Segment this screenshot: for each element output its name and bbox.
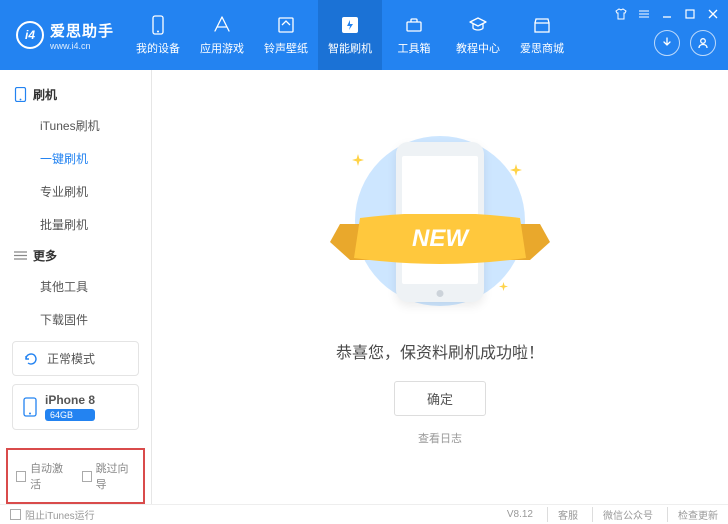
ok-button[interactable]: 确定 bbox=[394, 381, 486, 416]
toolbox-icon bbox=[404, 15, 424, 35]
nav-label: 我的设备 bbox=[136, 40, 180, 56]
sidebar: 刷机 iTunes刷机 一键刷机 专业刷机 批量刷机 更多 其他工具 下载固件 … bbox=[0, 70, 152, 504]
window-controls bbox=[613, 6, 720, 21]
support-link[interactable]: 客服 bbox=[547, 507, 578, 522]
refresh-icon bbox=[23, 351, 39, 367]
success-message: 恭喜您，保资料刷机成功啦！ bbox=[336, 339, 544, 363]
logo-title: 爱思助手 bbox=[50, 20, 114, 41]
menu-button[interactable] bbox=[636, 6, 651, 21]
checkbox-skip-wizard[interactable]: 跳过向导 bbox=[82, 460, 136, 492]
download-button[interactable] bbox=[654, 30, 680, 56]
check-update-link[interactable]: 检查更新 bbox=[667, 507, 718, 522]
nav-label: 智能刷机 bbox=[328, 40, 372, 56]
sidebar-section-flash[interactable]: 刷机 bbox=[0, 80, 151, 109]
device-name: iPhone 8 bbox=[45, 393, 95, 407]
store-icon bbox=[532, 15, 552, 35]
nav-my-device[interactable]: 我的设备 bbox=[126, 0, 190, 70]
checkbox-label: 阻止iTunes运行 bbox=[25, 507, 95, 522]
nav-store[interactable]: 爱思商城 bbox=[510, 0, 574, 70]
nav-label: 铃声壁纸 bbox=[264, 40, 308, 56]
tutorial-icon bbox=[468, 15, 488, 35]
wechat-link[interactable]: 微信公众号 bbox=[592, 507, 653, 522]
logo-icon: i4 bbox=[16, 21, 44, 49]
checkbox-label: 跳过向导 bbox=[96, 460, 135, 492]
checkbox-block-itunes[interactable]: 阻止iTunes运行 bbox=[10, 507, 95, 522]
section-label: 刷机 bbox=[33, 86, 57, 103]
device-storage: 64GB bbox=[45, 409, 95, 421]
view-log-link[interactable]: 查看日志 bbox=[418, 430, 462, 446]
nav-tutorial[interactable]: 教程中心 bbox=[446, 0, 510, 70]
nav-label: 教程中心 bbox=[456, 40, 500, 56]
checkbox-auto-activate[interactable]: 自动激活 bbox=[16, 460, 70, 492]
sidebar-item-download-fw[interactable]: 下载固件 bbox=[0, 303, 151, 331]
sparkle-icon bbox=[510, 164, 522, 176]
device-icon bbox=[149, 15, 167, 35]
sidebar-item-pro-flash[interactable]: 专业刷机 bbox=[0, 175, 151, 208]
nav-label: 应用游戏 bbox=[200, 40, 244, 56]
sidebar-section-more[interactable]: 更多 bbox=[0, 241, 151, 270]
nav-wallpaper[interactable]: 铃声壁纸 bbox=[254, 0, 318, 70]
device-card[interactable]: iPhone 8 64GB bbox=[12, 384, 139, 430]
sparkle-icon bbox=[352, 154, 364, 166]
app-logo: i4 爱思助手 www.i4.cn bbox=[0, 20, 126, 51]
close-button[interactable] bbox=[705, 6, 720, 21]
sidebar-item-batch-flash[interactable]: 批量刷机 bbox=[0, 208, 151, 241]
sparkle-icon bbox=[499, 282, 508, 291]
sidebar-item-itunes-flash[interactable]: iTunes刷机 bbox=[0, 109, 151, 142]
main-content: NEW 恭喜您，保资料刷机成功啦！ 确定 查看日志 bbox=[152, 70, 728, 504]
user-button[interactable] bbox=[690, 30, 716, 56]
new-ribbon: NEW bbox=[330, 214, 550, 270]
success-illustration: NEW bbox=[330, 128, 550, 323]
wallpaper-icon bbox=[276, 15, 296, 35]
nav-flash[interactable]: 智能刷机 bbox=[318, 0, 382, 70]
app-header: i4 爱思助手 www.i4.cn 我的设备 应用游戏 铃声壁纸 智能刷机 工具… bbox=[0, 0, 728, 70]
logo-url: www.i4.cn bbox=[50, 41, 114, 51]
sidebar-item-other-tools[interactable]: 其他工具 bbox=[0, 270, 151, 303]
phone-icon bbox=[14, 87, 27, 102]
device-mode-card[interactable]: 正常模式 bbox=[12, 341, 139, 376]
nav-label: 工具箱 bbox=[398, 40, 431, 56]
maximize-button[interactable] bbox=[682, 6, 697, 21]
nav-apps[interactable]: 应用游戏 bbox=[190, 0, 254, 70]
svg-text:NEW: NEW bbox=[412, 225, 470, 252]
minimize-button[interactable] bbox=[659, 6, 674, 21]
flash-options-row: 自动激活 跳过向导 bbox=[6, 448, 145, 504]
nav-toolbox[interactable]: 工具箱 bbox=[382, 0, 446, 70]
apps-icon bbox=[212, 15, 232, 35]
mode-label: 正常模式 bbox=[47, 350, 95, 367]
version-label: V8.12 bbox=[507, 509, 533, 520]
phone-icon bbox=[23, 397, 37, 417]
section-label: 更多 bbox=[33, 247, 57, 264]
status-bar: 阻止iTunes运行 V8.12 客服 微信公众号 检查更新 bbox=[0, 504, 728, 524]
sidebar-item-oneclick-flash[interactable]: 一键刷机 bbox=[0, 142, 151, 175]
nav-label: 爱思商城 bbox=[520, 40, 564, 56]
skin-button[interactable] bbox=[613, 6, 628, 21]
top-nav: 我的设备 应用游戏 铃声壁纸 智能刷机 工具箱 教程中心 爱思商城 bbox=[126, 0, 574, 70]
flash-icon bbox=[340, 15, 360, 35]
checkbox-label: 自动激活 bbox=[30, 460, 69, 492]
more-icon bbox=[14, 249, 27, 262]
